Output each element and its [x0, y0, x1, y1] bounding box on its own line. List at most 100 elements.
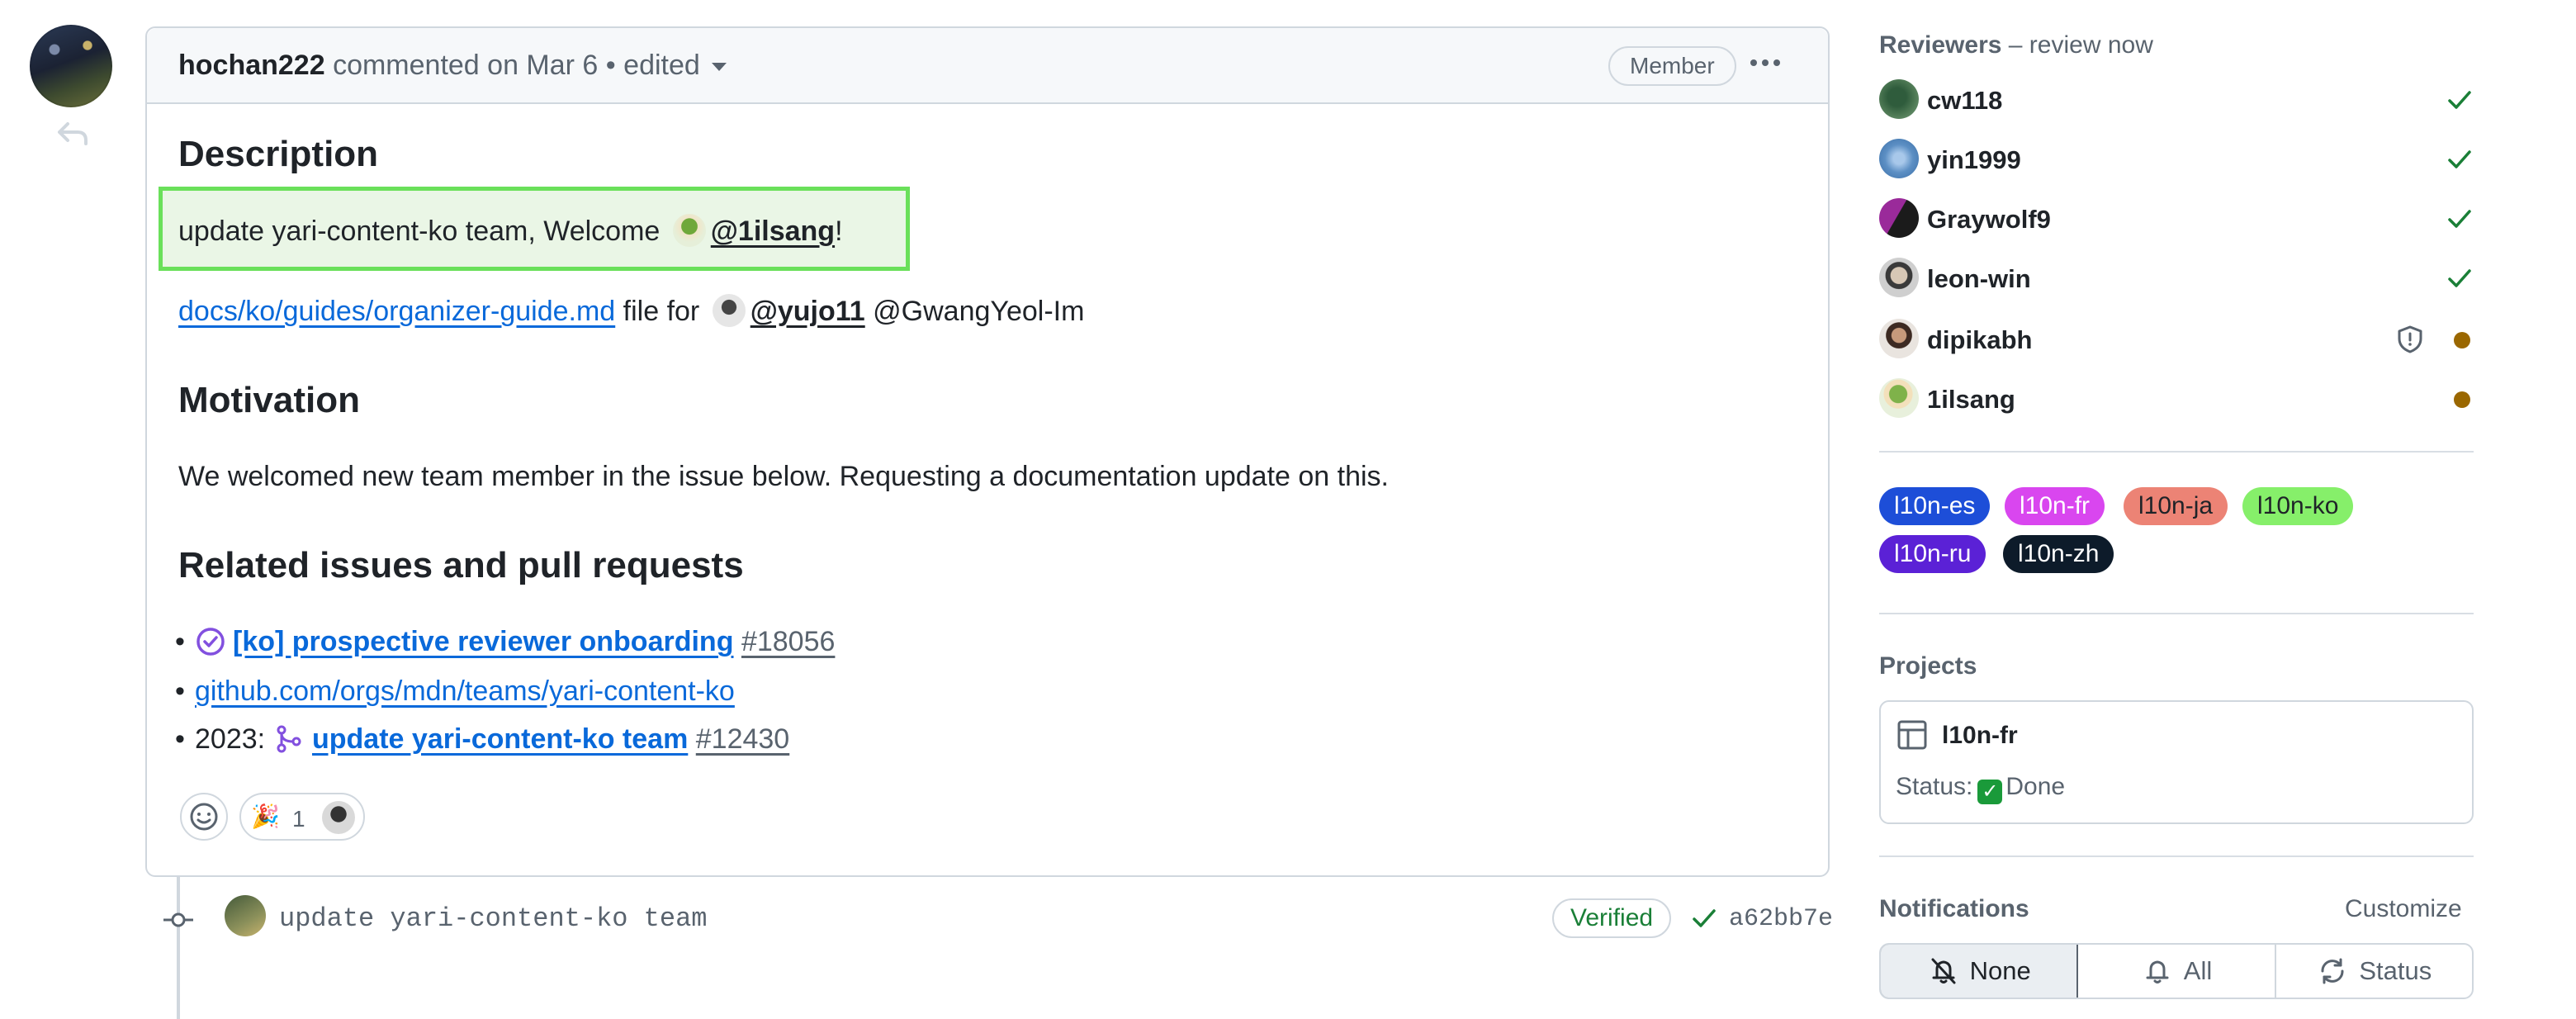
project-status-value: Done	[2005, 773, 2066, 800]
notify-status-label: Status	[2359, 956, 2432, 985]
reviewer-row[interactable]: dipikabh	[1879, 314, 2474, 363]
notify-all-button[interactable]: All	[2078, 945, 2276, 998]
issue-closed-icon	[197, 628, 225, 656]
sidebar-divider	[1879, 855, 2474, 857]
mention-yujo11[interactable]: @yujo11	[751, 296, 865, 327]
project-card[interactable]	[1879, 700, 2474, 824]
reviewer-avatar	[1879, 198, 1919, 238]
reviewer-name: dipikabh	[1927, 325, 2033, 354]
notify-none-button[interactable]: None	[1881, 945, 2079, 998]
reviewers-title[interactable]: Reviewers – review now	[1879, 31, 2153, 59]
issue-link[interactable]: [ko] prospective reviewer onboarding	[233, 626, 733, 657]
chevron-down-icon[interactable]	[711, 63, 727, 72]
sync-icon	[2321, 958, 2344, 984]
author-avatar[interactable]	[30, 25, 112, 107]
list-item: 2023: update yari-content-ko team #12430	[175, 723, 789, 756]
approved-check-icon	[2448, 91, 2471, 109]
reaction-hooray-button[interactable]: 🎉 1	[239, 793, 365, 841]
git-commit-icon	[163, 912, 193, 927]
reaction-count: 1	[292, 806, 305, 832]
pull-request-merged-icon	[277, 725, 301, 753]
reply-icon	[58, 122, 88, 145]
reviewer-row[interactable]: Graywolf9	[1879, 193, 2474, 243]
project-status[interactable]: Status: ✓ Done	[1896, 773, 2065, 804]
label-l10n-ja[interactable]: l10n-ja	[2124, 487, 2228, 525]
check-icon	[1693, 909, 1716, 927]
welcome-exclaim: !	[835, 216, 843, 247]
reviewer-row[interactable]: 1ilsang	[1879, 373, 2474, 423]
reviewer-avatar	[1879, 378, 1919, 418]
label-l10n-zh[interactable]: l10n-zh	[2003, 535, 2114, 573]
reviewer-row[interactable]: leon-win	[1879, 253, 2474, 302]
reactor-avatar	[322, 801, 355, 834]
comment-meta: hochan222 commented on Mar 6 • edited	[178, 50, 727, 82]
heading-related: Related issues and pull requests	[178, 545, 744, 585]
team-link[interactable]: github.com/orgs/mdn/teams/yari-content-k…	[195, 675, 735, 707]
table-icon	[1897, 720, 1927, 750]
label-l10n-ko[interactable]: l10n-ko	[2242, 487, 2354, 525]
reviewer-name: cw118	[1927, 86, 2003, 115]
pr-number[interactable]: #12430	[696, 723, 789, 755]
reaction-emoji: 🎉	[251, 803, 280, 829]
reviewer-avatar	[1879, 319, 1919, 358]
welcome-text: update yari-content-ko team, Welcome	[178, 216, 661, 247]
reviewers-heading: Reviewers	[1879, 31, 2002, 59]
notify-all-label: All	[2183, 956, 2213, 985]
reviewer-name: leon-win	[1927, 264, 2031, 293]
notifications-title: Notifications	[1879, 895, 2029, 922]
comment-header: hochan222 commented on Mar 6 • edited Me…	[147, 28, 1828, 104]
verified-badge[interactable]: Verified	[1552, 898, 1672, 938]
pr-prefix: 2023:	[195, 723, 266, 755]
edited-label[interactable]: edited	[623, 50, 700, 81]
comment-card: hochan222 commented on Mar 6 • edited Me…	[145, 26, 1830, 877]
file-for-text: file for	[623, 296, 700, 327]
label-l10n-fr[interactable]: l10n-fr	[2005, 487, 2105, 525]
list-item: [ko] prospective reviewer onboarding #18…	[175, 626, 835, 658]
bell-slash-icon	[1931, 958, 1956, 984]
notification-segmented-control: None All Status	[1879, 943, 2474, 999]
project-status-label: Status:	[1896, 773, 1973, 800]
approved-check-icon	[2448, 269, 2471, 287]
welcome-line-front: update yari-content-ko team, Welcome @1i…	[178, 214, 843, 248]
label-l10n-es[interactable]: l10n-es	[1879, 487, 1991, 525]
sidebar-divider	[1879, 451, 2474, 453]
reviewer-row[interactable]: cw118	[1879, 74, 2474, 124]
file-link[interactable]: docs/ko/guides/organizer-guide.md	[178, 296, 615, 327]
list-item: github.com/orgs/mdn/teams/yari-content-k…	[175, 675, 735, 708]
role-badge: Member	[1608, 46, 1736, 86]
pending-dot	[2454, 332, 2470, 348]
avatar-yujo11	[712, 294, 746, 327]
motivation-text: We welcomed new team member in the issue…	[178, 461, 1389, 492]
customize-link[interactable]: Customize	[2345, 895, 2462, 923]
reviewer-row[interactable]: yin1999	[1879, 134, 2474, 183]
commit-sha[interactable]: a62bb7e	[1729, 905, 1833, 933]
kebab-menu-icon[interactable]	[1745, 46, 1785, 79]
done-check-icon: ✓	[1977, 780, 2003, 804]
reviewer-name: 1ilsang	[1927, 385, 2015, 414]
comment-action: commented on Mar 6	[333, 50, 599, 81]
commit-message[interactable]: update yari-content-ko team	[279, 903, 707, 934]
commit-author-avatar[interactable]	[225, 895, 266, 936]
issue-number[interactable]: #18056	[741, 626, 835, 657]
reviewers-subtitle: – review now	[2008, 31, 2153, 59]
sidebar-divider	[1879, 613, 2474, 614]
heading-description: Description	[178, 134, 379, 174]
label-l10n-ru[interactable]: l10n-ru	[1879, 535, 1986, 573]
approved-check-icon	[2448, 210, 2471, 228]
project-name[interactable]: l10n-fr	[1942, 722, 2018, 750]
mention-1ilsang[interactable]: @1ilsang	[711, 216, 835, 247]
notify-status-button[interactable]: Status	[2276, 945, 2472, 998]
projects-title[interactable]: Projects	[1879, 652, 1977, 680]
codeowner-shield-icon	[2398, 325, 2422, 353]
notify-none-label: None	[1969, 956, 2031, 985]
pr-link[interactable]: update yari-content-ko team	[312, 723, 688, 755]
smiley-icon	[190, 803, 218, 831]
reviewer-name: yin1999	[1927, 145, 2021, 174]
reviewer-avatar	[1879, 79, 1919, 119]
reviewer-name: Graywolf9	[1927, 205, 2051, 234]
add-reaction-button[interactable]	[180, 793, 228, 841]
timeline-line	[177, 877, 180, 1019]
bell-icon	[2146, 960, 2169, 983]
comment-author[interactable]: hochan222	[178, 50, 325, 81]
meta-separator: •	[605, 50, 616, 81]
